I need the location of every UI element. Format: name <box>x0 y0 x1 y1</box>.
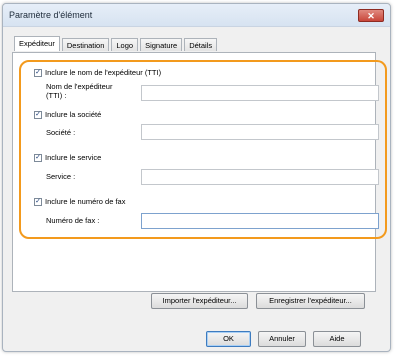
close-icon: ✕ <box>367 11 375 21</box>
tab-bar: Expéditeur Destination Logo Signature Dé… <box>14 36 219 52</box>
ok-button[interactable]: OK <box>206 331 251 347</box>
tab-sender[interactable]: Expéditeur <box>14 36 60 51</box>
tab-details[interactable]: Détails <box>184 38 218 51</box>
dialog-title: Paramètre d'élément <box>9 10 93 20</box>
save-sender-button[interactable]: Enregistrer l'expéditeur... <box>256 293 365 309</box>
tab-signature[interactable]: Signature <box>140 38 183 51</box>
close-button[interactable]: ✕ <box>358 9 384 22</box>
cancel-button[interactable]: Annuler <box>258 331 306 347</box>
title-bar: Paramètre d'élément ✕ <box>3 4 390 27</box>
tab-logo[interactable]: Logo <box>111 38 139 51</box>
tab-destination[interactable]: Destination <box>61 38 110 51</box>
help-button[interactable]: Aide <box>313 331 361 347</box>
import-sender-button[interactable]: Importer l'expéditeur... <box>151 293 248 309</box>
highlight-frame <box>19 60 387 239</box>
